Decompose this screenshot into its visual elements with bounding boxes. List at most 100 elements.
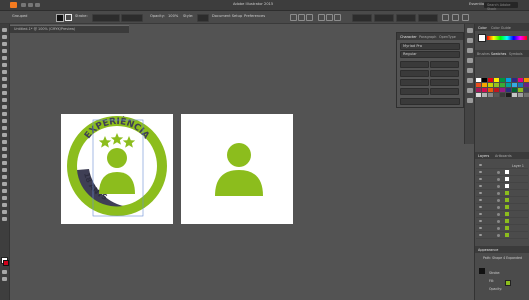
swatch[interactable] (512, 78, 517, 82)
target-icon[interactable] (497, 198, 500, 202)
swatch[interactable] (476, 88, 481, 92)
width-tool-icon[interactable] (2, 126, 7, 130)
type-tool-icon[interactable] (2, 70, 7, 74)
visibility-eye-icon[interactable] (479, 177, 482, 180)
align-right-icon[interactable] (306, 14, 313, 21)
target-icon[interactable] (497, 170, 500, 174)
swatch[interactable] (506, 88, 511, 92)
swatch[interactable] (512, 93, 517, 97)
transparency-panel-icon[interactable] (467, 58, 473, 63)
tab-character[interactable]: Character (400, 35, 417, 39)
stock-icon[interactable] (28, 3, 33, 7)
swatch[interactable] (488, 83, 493, 87)
swatch[interactable] (482, 78, 487, 82)
kerning-field[interactable] (400, 70, 429, 77)
visibility-eye-icon[interactable] (479, 163, 482, 166)
swatch[interactable] (488, 93, 493, 97)
swatch[interactable] (518, 83, 523, 87)
visibility-eye-icon[interactable] (479, 226, 482, 229)
swatch[interactable] (518, 88, 523, 92)
layer-row[interactable] (476, 197, 528, 204)
panel-fill-box[interactable] (478, 34, 486, 42)
direct-selection-tool-icon[interactable] (2, 35, 7, 39)
layer-row[interactable] (476, 176, 528, 183)
target-icon[interactable] (497, 184, 500, 188)
slice-tool-icon[interactable] (2, 203, 7, 207)
swatch[interactable] (476, 83, 481, 87)
visibility-eye-icon[interactable] (479, 233, 482, 236)
target-icon[interactable] (497, 205, 500, 209)
target-icon[interactable] (497, 233, 500, 237)
stock-search-input[interactable]: Search Adobe Stock (484, 2, 518, 11)
vertical-scale-field[interactable] (400, 79, 429, 86)
swatch[interactable] (506, 93, 511, 97)
target-icon[interactable] (497, 226, 500, 230)
document-tab[interactable]: Untitled-1* @ 100% (CMYK/Preview) (9, 25, 129, 33)
height-field[interactable] (418, 14, 438, 22)
tab-swatches[interactable]: Swatches (491, 52, 506, 56)
gradient-tool-icon[interactable] (2, 161, 7, 165)
column-graph-tool-icon[interactable] (2, 189, 7, 193)
swatch[interactable] (500, 93, 505, 97)
x-field[interactable] (352, 14, 372, 22)
swatch[interactable] (524, 93, 529, 97)
target-icon[interactable] (497, 177, 500, 181)
color-spectrum[interactable] (487, 36, 527, 40)
isolate-group-icon[interactable] (452, 14, 459, 21)
tab-appearance[interactable]: Appearance (478, 248, 498, 252)
opacity-value[interactable]: 100% (168, 14, 178, 19)
align-bottom-icon[interactable] (334, 14, 341, 21)
graphic-styles-panel-icon[interactable] (467, 78, 473, 83)
rectangle-tool-icon[interactable] (2, 84, 7, 88)
target-icon[interactable] (497, 212, 500, 216)
target-icon[interactable] (497, 219, 500, 223)
tab-artboards[interactable]: Artboards (495, 154, 512, 158)
swatch[interactable] (476, 93, 481, 97)
font-size-field[interactable] (400, 61, 429, 68)
tab-opentype[interactable]: OpenType (439, 35, 456, 39)
perspective-grid-tool-icon[interactable] (2, 147, 7, 151)
align-top-icon[interactable] (318, 14, 325, 21)
transform-icon[interactable] (442, 14, 449, 21)
eyedropper-tool-icon[interactable] (2, 168, 7, 172)
swatch[interactable] (524, 83, 529, 87)
swatch[interactable] (512, 83, 517, 87)
swatch[interactable] (494, 88, 499, 92)
rotate-tool-icon[interactable] (2, 112, 7, 116)
visibility-eye-icon[interactable] (479, 219, 482, 222)
swatch[interactable] (512, 88, 517, 92)
curvature-tool-icon[interactable] (2, 63, 7, 67)
layer-row[interactable] (476, 183, 528, 190)
screen-mode-icon[interactable] (2, 277, 7, 281)
magic-wand-tool-icon[interactable] (2, 42, 7, 46)
visibility-eye-icon[interactable] (479, 170, 482, 173)
swatch[interactable] (500, 78, 505, 82)
symbols-panel-icon[interactable] (467, 88, 473, 93)
swatch[interactable] (488, 78, 493, 82)
character-rotation-field[interactable] (430, 88, 459, 95)
stroke-swatch[interactable] (65, 14, 72, 21)
horizontal-scale-field[interactable] (430, 79, 459, 86)
align-center-icon[interactable] (298, 14, 305, 21)
swatch[interactable] (524, 88, 529, 92)
tab-brushes[interactable]: Brushes (477, 52, 490, 56)
tab-color[interactable]: Color (478, 26, 487, 30)
font-family-select[interactable]: Myriad Pro (400, 43, 460, 50)
swatch[interactable] (488, 88, 493, 92)
swatch[interactable] (494, 83, 499, 87)
layer-row[interactable] (476, 211, 528, 218)
artboard-icon[interactable] (181, 114, 293, 224)
tab-color-guide[interactable]: Color Guide (491, 26, 511, 30)
layer-row[interactable] (476, 169, 528, 176)
swatch[interactable] (500, 88, 505, 92)
draw-mode-icon[interactable] (2, 270, 7, 274)
arrange-documents-icon[interactable] (35, 3, 40, 7)
visibility-eye-icon[interactable] (479, 184, 482, 187)
leading-field[interactable] (430, 61, 459, 68)
swatch[interactable] (482, 93, 487, 97)
tab-symbols[interactable]: Symbols (509, 52, 523, 56)
align-left-icon[interactable] (290, 14, 297, 21)
fill-swatch[interactable] (56, 14, 64, 22)
swatch[interactable] (476, 78, 481, 82)
tab-paragraph[interactable]: Paragraph (419, 35, 436, 39)
